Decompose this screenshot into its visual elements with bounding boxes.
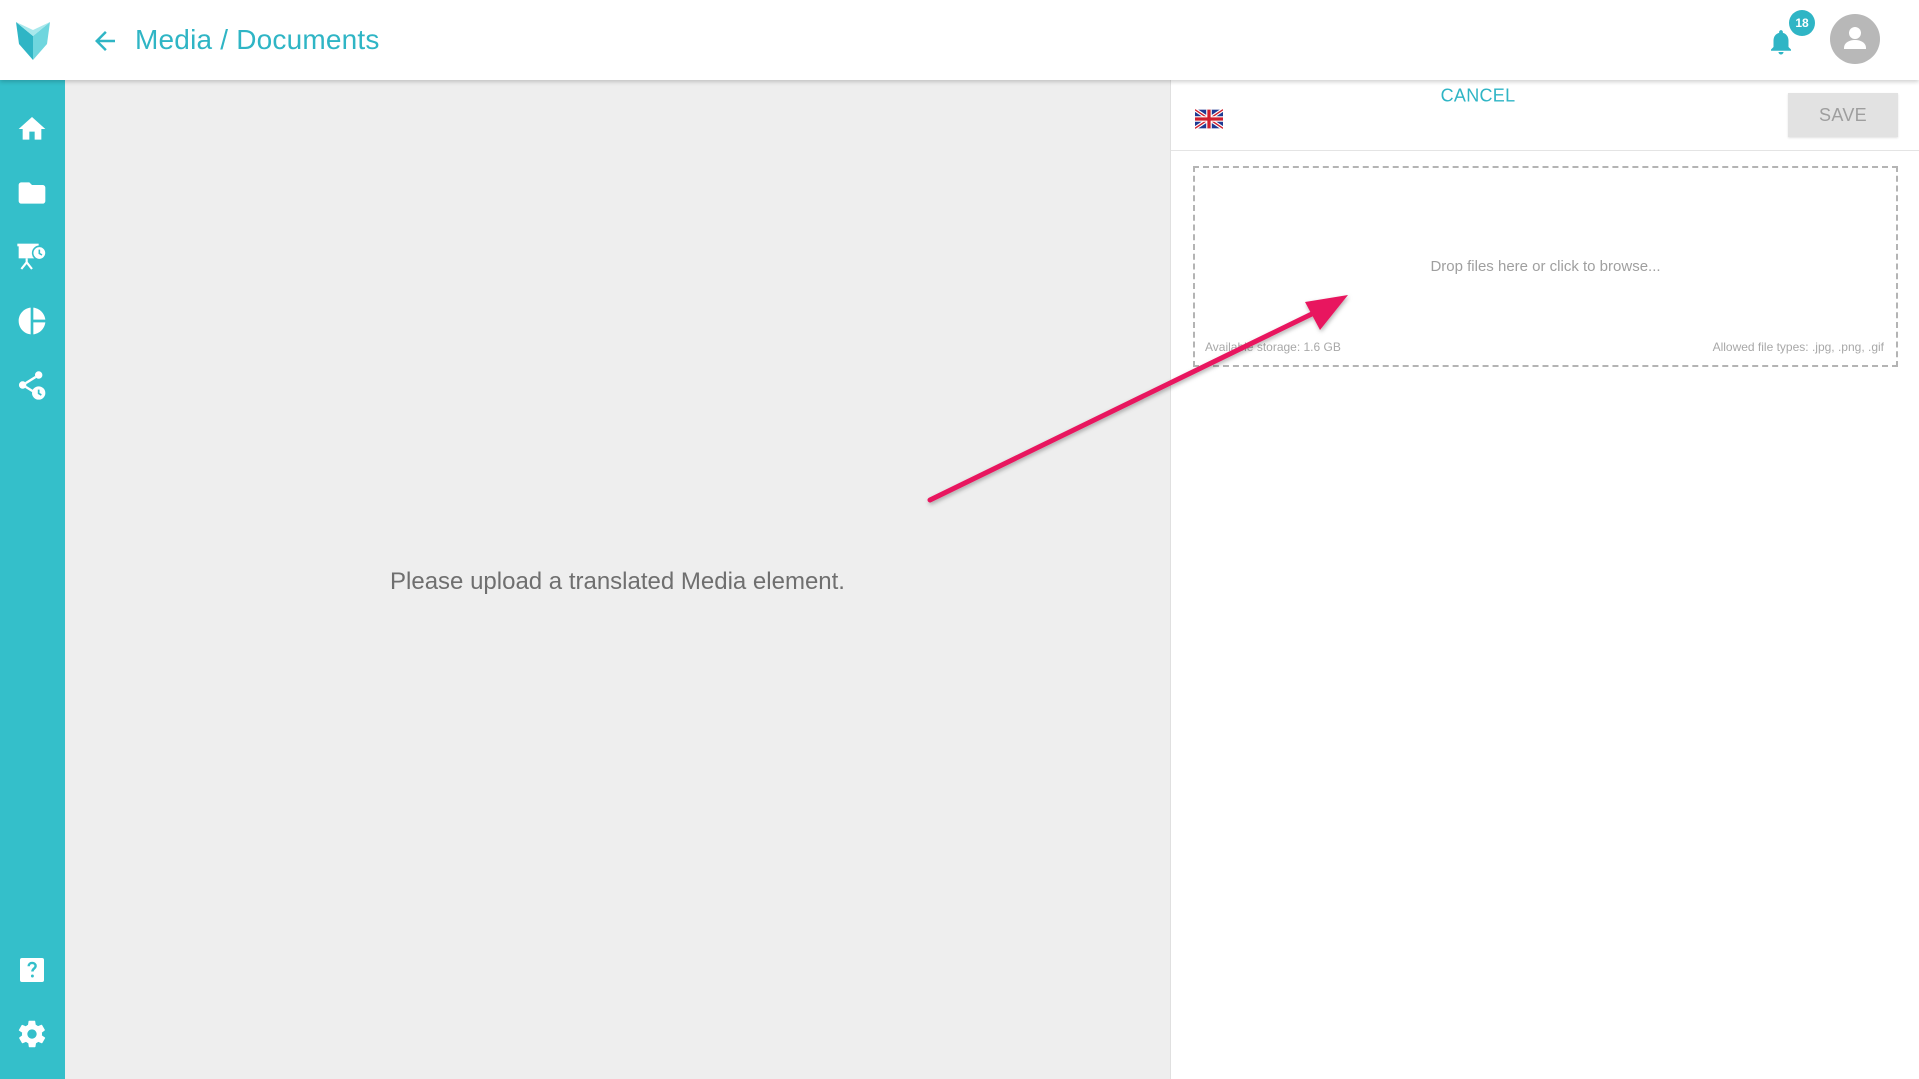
back-arrow-icon[interactable] [90, 26, 120, 56]
sidebar [0, 80, 65, 1079]
fox-logo-icon[interactable] [14, 20, 52, 62]
page-title: Media / Documents [135, 24, 380, 55]
preview-panel: Please upload a translated Media element… [65, 80, 1170, 1079]
user-icon [1844, 27, 1866, 49]
allowed-file-types-label: Allowed file types: .jpg, .png, .gif [1712, 340, 1884, 354]
presentation-schedule-icon[interactable] [16, 241, 48, 273]
home-icon[interactable] [16, 113, 48, 145]
upload-message: Please upload a translated Media element… [390, 568, 845, 595]
top-bar: Media / Documents 18 [0, 0, 1919, 80]
save-button[interactable]: SAVE [1788, 93, 1898, 137]
dropzone-prompt: Drop files here or click to browse... [1430, 258, 1661, 275]
available-storage-label: Available storage: 1.6 GB [1205, 340, 1341, 354]
file-dropzone[interactable]: Drop files here or click to browse... Av… [1193, 166, 1898, 367]
folder-icon[interactable] [16, 177, 48, 209]
notification-count-badge: 18 [1789, 10, 1815, 36]
share-schedule-icon[interactable] [16, 369, 48, 401]
user-avatar[interactable] [1830, 14, 1880, 64]
pie-chart-icon[interactable] [16, 305, 48, 337]
settings-icon[interactable] [16, 1018, 48, 1050]
help-icon[interactable] [16, 954, 48, 986]
uk-flag-icon[interactable] [1195, 108, 1223, 130]
cancel-button[interactable]: CANCEL [1441, 86, 1516, 107]
